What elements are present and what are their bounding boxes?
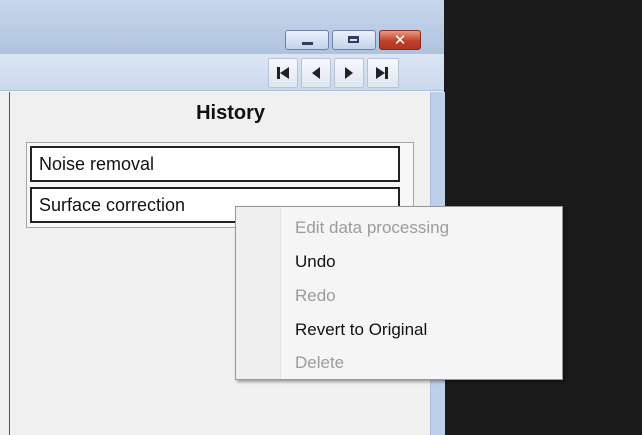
last-button[interactable]	[367, 58, 399, 88]
history-item[interactable]: Noise removal	[30, 146, 400, 182]
minimize-icon	[302, 42, 313, 45]
menu-item-edit-data-processing: Edit data processing	[295, 218, 450, 237]
menu-item-undo[interactable]: Undo	[295, 250, 336, 274]
navigation-toolbar	[0, 54, 444, 91]
context-menu: Edit data processing Undo Redo Revert to…	[235, 206, 563, 380]
previous-icon	[312, 67, 320, 79]
next-button[interactable]	[334, 58, 364, 88]
previous-button[interactable]	[301, 58, 331, 88]
menu-item-delete: Delete	[295, 353, 345, 372]
close-icon: ✕	[393, 31, 407, 49]
menu-icon-gutter	[236, 207, 281, 379]
maximize-button[interactable]	[332, 30, 376, 50]
next-icon	[345, 67, 353, 79]
minimize-button[interactable]	[285, 30, 329, 50]
skip-first-icon	[277, 67, 289, 79]
maximize-icon	[348, 36, 359, 43]
menu-item-revert-to-original[interactable]: Revert to Original	[295, 318, 427, 342]
skip-last-icon	[376, 67, 388, 79]
menu-item-redo: Redo	[295, 286, 336, 305]
title-bar: ✕	[0, 0, 444, 55]
close-button[interactable]: ✕	[379, 30, 421, 50]
history-title: History	[196, 102, 265, 124]
first-button[interactable]	[268, 58, 298, 88]
